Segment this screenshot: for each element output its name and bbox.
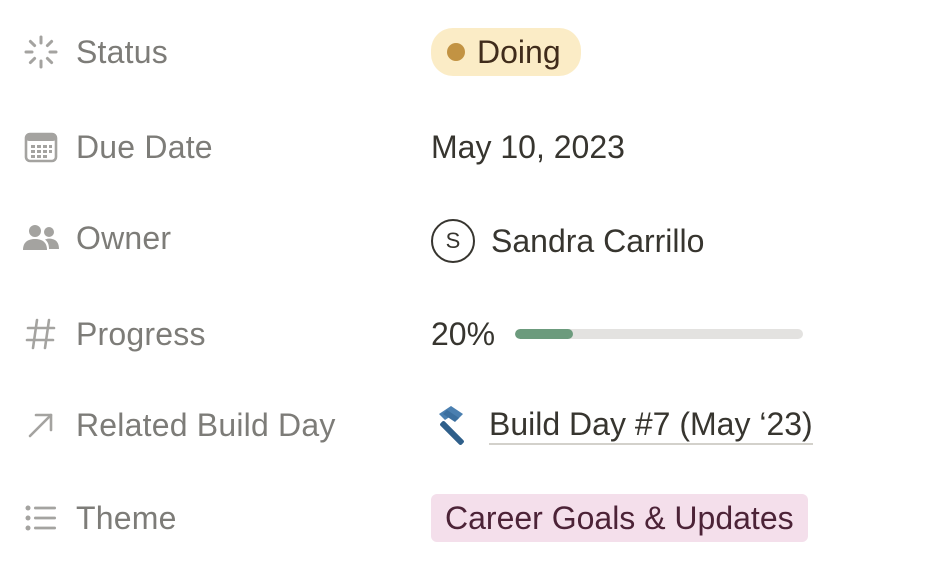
property-label-due-date: Due Date (76, 128, 213, 165)
property-theme[interactable]: Theme (22, 488, 177, 548)
property-label-owner: Owner (76, 219, 172, 256)
progress-value: 20% (431, 315, 496, 352)
property-value-due-date[interactable]: May 10, 2023 (431, 117, 625, 177)
property-related-build-day[interactable]: Related Build Day (22, 395, 336, 455)
status-badge[interactable]: Doing (431, 28, 581, 76)
property-value-owner[interactable]: S Sandra Carrillo (431, 211, 704, 271)
property-row-status: Status Doing (0, 22, 950, 82)
property-value-progress[interactable]: 20% (431, 304, 804, 364)
list-icon (22, 499, 60, 537)
avatar: S (431, 219, 475, 263)
progress-bar (515, 329, 804, 339)
property-row-theme: Theme Career Goals & Updates (0, 488, 950, 548)
property-owner[interactable]: Owner (22, 208, 171, 268)
status-badge-label: Doing (477, 33, 561, 70)
calendar-icon (22, 128, 60, 166)
due-date-value: May 10, 2023 (431, 128, 625, 165)
property-label-status: Status (76, 33, 168, 70)
property-progress[interactable]: Progress (22, 304, 206, 364)
property-label-theme: Theme (76, 499, 177, 536)
people-icon (22, 219, 60, 257)
theme-tag[interactable]: Career Goals & Updates (431, 494, 808, 542)
status-dot (447, 43, 465, 61)
property-value-status: Doing (431, 22, 581, 82)
property-row-related-build-day: Related Build Day Build Day #7 (May ‘23) (0, 395, 950, 455)
property-row-owner: Owner S Sandra Carrillo (0, 208, 950, 268)
hash-icon (22, 315, 60, 353)
property-label-related-build-day: Related Build Day (76, 406, 336, 443)
property-row-progress: Progress 20% (0, 304, 950, 364)
property-due-date[interactable]: Due Date (22, 117, 213, 177)
status-spinner-icon (22, 33, 60, 71)
property-row-due-date: Due Date May 10, 2023 (0, 117, 950, 177)
owner-name: Sandra Carrillo (491, 222, 705, 259)
arrow-up-right-icon (22, 406, 60, 444)
property-label-progress: Progress (76, 315, 206, 352)
hammer-icon (433, 404, 475, 446)
property-value-related-build-day: Build Day #7 (May ‘23) (433, 395, 813, 455)
progress-bar-fill (515, 329, 573, 339)
property-status[interactable]: Status (22, 22, 168, 82)
related-build-day-link[interactable]: Build Day #7 (May ‘23) (489, 405, 813, 445)
property-value-theme: Career Goals & Updates (431, 488, 808, 548)
